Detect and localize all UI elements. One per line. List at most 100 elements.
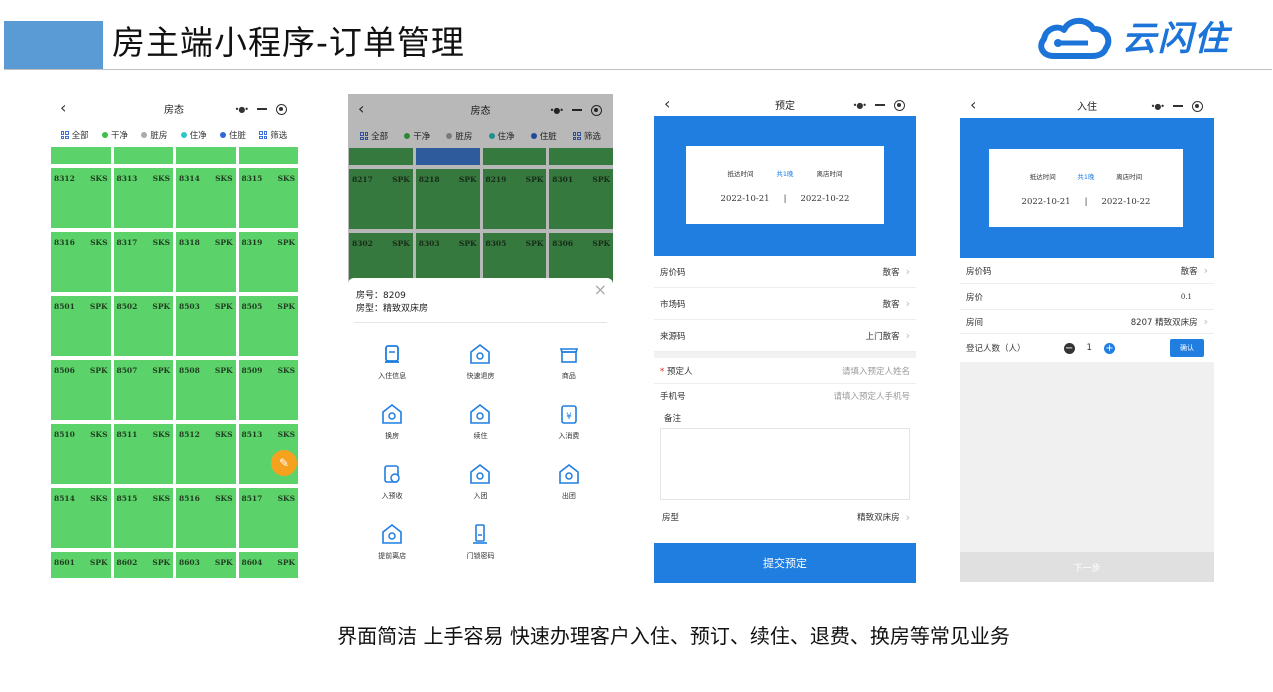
more-icon[interactable]: •●• (853, 101, 867, 110)
room-card[interactable] (238, 147, 298, 164)
room-row[interactable]: 房间 8207 精致双床房 › (960, 310, 1214, 334)
action-change-room[interactable]: 换房 (348, 403, 436, 441)
room-card[interactable]: 8514 SKS (51, 488, 111, 548)
booker-row[interactable]: * 预定人 请填入预定人姓名 (654, 358, 916, 384)
action-group-in[interactable]: 入团 (436, 463, 524, 501)
room-card[interactable]: 8602 SPK (113, 552, 173, 578)
add-order-fab-icon[interactable]: ✎ (271, 450, 297, 476)
close-target-icon[interactable] (276, 103, 288, 115)
select-row[interactable]: 来源码 上门散客 › (654, 320, 916, 352)
room-card[interactable]: 8516 SKS (176, 488, 236, 548)
room-card[interactable]: 8312 SKS (51, 168, 111, 228)
room-card[interactable]: 8503 SPK (176, 296, 236, 356)
room-card[interactable]: 8510 SKS (51, 424, 111, 484)
back-icon[interactable]: ‹ (60, 98, 66, 117)
room-card[interactable]: 8517 SKS (238, 488, 298, 548)
room-number: 8510 (54, 430, 75, 439)
arrive-date[interactable]: 2022-10-21 (1022, 197, 1071, 207)
arrive-date[interactable]: 2022-10-21 (721, 194, 770, 204)
room-card[interactable]: 8511 SKS (113, 424, 173, 484)
action-door-lock[interactable]: 门锁密码 (436, 523, 524, 561)
leave-date[interactable]: 2022-10-22 (1101, 197, 1150, 207)
room-card[interactable]: 8315 SKS (238, 168, 298, 228)
action-prepay[interactable]: 入预收 (348, 463, 436, 501)
confirm-button[interactable]: 确认 (1170, 339, 1204, 357)
select-row[interactable]: 市场码 散客 › (654, 288, 916, 320)
back-icon[interactable]: ‹ (664, 94, 670, 113)
status-dot-icon (219, 132, 226, 138)
legend-item[interactable]: 全部 (60, 129, 89, 141)
mini-program-capsule[interactable]: •●• (1146, 97, 1208, 115)
room-card[interactable] (176, 147, 236, 164)
select-row[interactable]: 房价码 散客 › (654, 256, 916, 288)
close-icon[interactable]: × (594, 280, 607, 299)
minimize-icon[interactable] (257, 108, 268, 110)
room-card[interactable]: 8515 SKS (113, 488, 173, 548)
room-type-code: SPK (214, 366, 233, 375)
legend-item[interactable]: 筛选 (259, 129, 287, 141)
close-target-icon[interactable] (894, 99, 906, 111)
room-card[interactable]: 8506 SPK (51, 360, 111, 420)
nav-bar: ‹ 房态 •●• (50, 93, 298, 123)
phone-label: 手机号 (660, 392, 686, 402)
room-card[interactable]: 8313 SKS (113, 168, 173, 228)
legend-item[interactable]: 住脏 (219, 129, 246, 141)
room-card[interactable] (113, 147, 173, 164)
room-card[interactable]: 8318 SPK (176, 232, 236, 292)
room-card[interactable]: 8314 SKS (176, 168, 236, 228)
room-card[interactable]: 8512 SKS (176, 424, 236, 484)
legend-item[interactable]: 干净 (101, 129, 128, 141)
action-label: 入消费 (558, 432, 580, 440)
room-card[interactable]: 8604 SPK (238, 552, 298, 578)
room-card[interactable]: 8603 SPK (176, 552, 236, 578)
room-card[interactable]: 8505 SPK (238, 296, 298, 356)
action-extend-stay[interactable]: 续住 (436, 403, 524, 441)
more-icon[interactable]: •●• (235, 105, 249, 114)
room-card[interactable]: 8502 SPK (113, 296, 173, 356)
room-card[interactable]: 8509 SKS (238, 360, 298, 420)
room-number: 8506 (54, 366, 75, 375)
room-number: 8509 (241, 366, 263, 375)
room-card[interactable]: 8501 SPK (51, 296, 111, 356)
legend-item[interactable]: 脏房 (141, 129, 167, 141)
room-card[interactable] (51, 147, 111, 164)
room-card[interactable]: 8316 SKS (51, 232, 111, 292)
submit-reservation-button[interactable]: 提交预定 (654, 543, 916, 583)
minimize-icon[interactable] (875, 104, 886, 106)
mini-program-capsule[interactable]: •●• (230, 100, 292, 118)
action-early-leave[interactable]: 提前离店 (348, 523, 436, 561)
room-card[interactable]: 8319 SPK (238, 232, 298, 292)
room-type-code: SPK (89, 558, 108, 567)
room-card[interactable]: 8317 SKS (113, 232, 173, 292)
phone-input[interactable]: 请填入预定人手机号 (833, 390, 910, 402)
leave-date[interactable]: 2022-10-22 (800, 194, 849, 204)
room-card[interactable]: 8507 SPK (113, 360, 173, 420)
remark-textarea[interactable] (660, 428, 910, 500)
price-code-row[interactable]: 房价码 散客 › (960, 258, 1214, 284)
more-icon[interactable]: •●• (1151, 102, 1165, 111)
action-group-out[interactable]: 出团 (525, 463, 613, 501)
room-card[interactable]: 8601 SPK (51, 552, 111, 578)
roomtype-row[interactable]: 房型 精致双床房 › (654, 500, 916, 534)
action-consumption[interactable]: ¥ 入消费 (525, 403, 613, 441)
close-target-icon[interactable] (1192, 100, 1204, 112)
room-number: 8601 (54, 558, 75, 567)
room-type: 房型：精致双床房 (356, 304, 429, 314)
minus-icon[interactable]: − (1063, 342, 1075, 354)
next-step-button[interactable]: 下一步 (960, 552, 1214, 582)
action-checkout[interactable]: 快速退房 (436, 343, 524, 381)
booker-input[interactable]: 请填入预定人姓名 (842, 365, 910, 377)
date-picker-card[interactable]: 抵达时间 共1晚 离店时间 2022-10-21 | 2022-10-22 (686, 146, 884, 224)
mini-program-capsule[interactable]: •●• (848, 96, 910, 114)
phone-row[interactable]: 手机号 请填入预定人手机号 (654, 384, 916, 408)
room-number: 8314 (179, 174, 200, 183)
back-icon[interactable]: ‹ (970, 95, 976, 114)
dim-overlay[interactable] (348, 94, 613, 284)
action-checkin-info[interactable]: 入住信息 (348, 343, 436, 381)
room-card[interactable]: 8508 SPK (176, 360, 236, 420)
legend-item[interactable]: 住净 (180, 129, 207, 141)
date-picker-card[interactable]: 抵达时间 共1晚 离店时间 2022-10-21 | 2022-10-22 (989, 149, 1183, 227)
action-goods[interactable]: 商品 (525, 343, 613, 381)
plus-icon[interactable]: + (1103, 342, 1115, 354)
minimize-icon[interactable] (1173, 105, 1184, 107)
